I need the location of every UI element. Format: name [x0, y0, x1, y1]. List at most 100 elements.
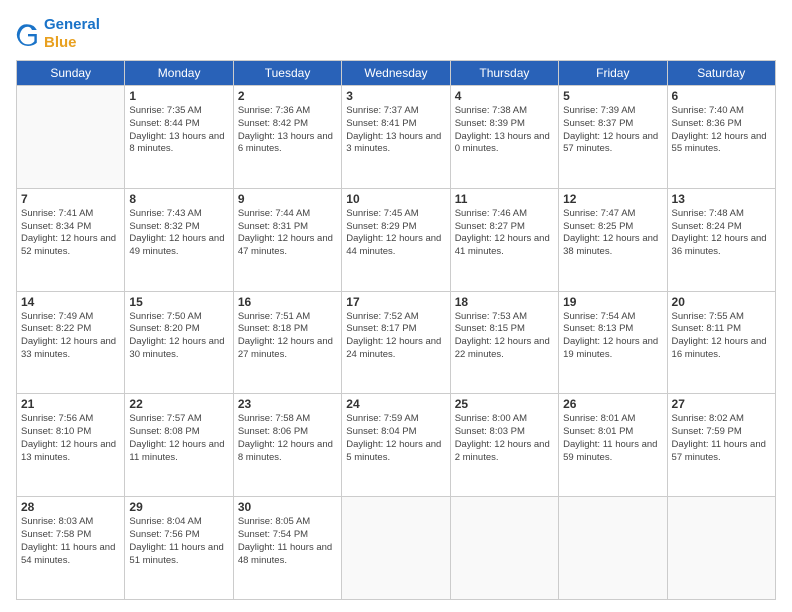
day-number: 15	[129, 295, 228, 309]
weekday-header: Monday	[125, 61, 233, 86]
calendar-cell: 18 Sunrise: 7:53 AM Sunset: 8:15 PM Dayli…	[450, 291, 558, 394]
weekday-header: Tuesday	[233, 61, 341, 86]
calendar-cell: 30Sunrise: 8:05 AM Sunset: 7:54 PM Dayli…	[233, 497, 341, 600]
day-number: 11	[455, 192, 554, 206]
calendar-cell: 17 Sunrise: 7:52 AM Sunset: 8:17 PM Dayli…	[342, 291, 450, 394]
calendar-cell: 15 Sunrise: 7:50 AM Sunset: 8:20 PM Dayli…	[125, 291, 233, 394]
calendar-cell: 13Sunrise: 7:48 AM Sunset: 8:24 PM Dayli…	[667, 188, 775, 291]
calendar-cell: 2Sunrise: 7:36 AM Sunset: 8:42 PM Daylig…	[233, 86, 341, 189]
calendar-cell	[559, 497, 667, 600]
day-info: Sunrise: 7:57 AM Sunset: 8:08 PM Dayligh…	[129, 413, 228, 464]
calendar-week-row: 14 Sunrise: 7:49 AM Sunset: 8:22 PM Dayli…	[17, 291, 776, 394]
calendar-cell: 4 Sunrise: 7:38 AM Sunset: 8:39 PM Daylig…	[450, 86, 558, 189]
day-number: 3	[346, 89, 445, 103]
calendar-cell: 27 Sunrise: 8:02 AM Sunset: 7:59 PM Dayli…	[667, 394, 775, 497]
calendar-cell: 9Sunrise: 7:44 AM Sunset: 8:31 PM Daylig…	[233, 188, 341, 291]
day-info: Sunrise: 7:54 AM Sunset: 8:13 PM Dayligh…	[563, 311, 662, 362]
day-info: Sunrise: 7:52 AM Sunset: 8:17 PM Dayligh…	[346, 311, 445, 362]
calendar-cell: 10 Sunrise: 7:45 AM Sunset: 8:29 PM Dayli…	[342, 188, 450, 291]
calendar-cell: 26 Sunrise: 8:01 AM Sunset: 8:01 PM Dayli…	[559, 394, 667, 497]
day-number: 24	[346, 397, 445, 411]
calendar-week-row: 21 Sunrise: 7:56 AM Sunset: 8:10 PM Dayli…	[17, 394, 776, 497]
day-number: 21	[21, 397, 120, 411]
calendar-cell: 28Sunrise: 8:03 AM Sunset: 7:58 PM Dayli…	[17, 497, 125, 600]
day-info: Sunrise: 7:38 AM Sunset: 8:39 PM Dayligh…	[455, 105, 554, 156]
logo-icon	[16, 22, 40, 46]
calendar-cell	[17, 86, 125, 189]
day-info: Sunrise: 8:02 AM Sunset: 7:59 PM Dayligh…	[672, 413, 771, 464]
day-number: 19	[563, 295, 662, 309]
calendar-cell: 20Sunrise: 7:55 AM Sunset: 8:11 PM Dayli…	[667, 291, 775, 394]
day-info: Sunrise: 7:45 AM Sunset: 8:29 PM Dayligh…	[346, 208, 445, 259]
day-number: 17	[346, 295, 445, 309]
calendar-cell: 1 Sunrise: 7:35 AM Sunset: 8:44 PM Daylig…	[125, 86, 233, 189]
logo: General Blue	[16, 16, 100, 52]
logo-line1: General	[44, 16, 100, 34]
day-number: 14	[21, 295, 120, 309]
day-number: 8	[129, 192, 228, 206]
calendar-cell: 3 Sunrise: 7:37 AM Sunset: 8:41 PM Daylig…	[342, 86, 450, 189]
day-number: 5	[563, 89, 662, 103]
calendar-cell: 12 Sunrise: 7:47 AM Sunset: 8:25 PM Dayli…	[559, 188, 667, 291]
day-info: Sunrise: 7:36 AM Sunset: 8:42 PM Dayligh…	[238, 105, 337, 156]
day-info: Sunrise: 7:59 AM Sunset: 8:04 PM Dayligh…	[346, 413, 445, 464]
calendar-cell: 14 Sunrise: 7:49 AM Sunset: 8:22 PM Dayli…	[17, 291, 125, 394]
day-info: Sunrise: 7:46 AM Sunset: 8:27 PM Dayligh…	[455, 208, 554, 259]
calendar-cell: 21 Sunrise: 7:56 AM Sunset: 8:10 PM Dayli…	[17, 394, 125, 497]
calendar-cell: 19 Sunrise: 7:54 AM Sunset: 8:13 PM Dayli…	[559, 291, 667, 394]
calendar-cell: 29Sunrise: 8:04 AM Sunset: 7:56 PM Dayli…	[125, 497, 233, 600]
day-number: 1	[129, 89, 228, 103]
calendar-cell: 11 Sunrise: 7:46 AM Sunset: 8:27 PM Dayli…	[450, 188, 558, 291]
day-number: 7	[21, 192, 120, 206]
calendar-cell: 23 Sunrise: 7:58 AM Sunset: 8:06 PM Dayli…	[233, 394, 341, 497]
day-info: Sunrise: 7:40 AM Sunset: 8:36 PM Dayligh…	[672, 105, 771, 156]
day-number: 30	[238, 500, 337, 514]
day-info: Sunrise: 7:56 AM Sunset: 8:10 PM Dayligh…	[21, 413, 120, 464]
calendar-cell: 7 Sunrise: 7:41 AM Sunset: 8:34 PM Daylig…	[17, 188, 125, 291]
day-number: 18	[455, 295, 554, 309]
calendar-cell: 22 Sunrise: 7:57 AM Sunset: 8:08 PM Dayli…	[125, 394, 233, 497]
day-number: 27	[672, 397, 771, 411]
calendar-cell: 16Sunrise: 7:51 AM Sunset: 8:18 PM Dayli…	[233, 291, 341, 394]
day-info: Sunrise: 7:47 AM Sunset: 8:25 PM Dayligh…	[563, 208, 662, 259]
day-info: Sunrise: 7:53 AM Sunset: 8:15 PM Dayligh…	[455, 311, 554, 362]
day-info: Sunrise: 7:58 AM Sunset: 8:06 PM Dayligh…	[238, 413, 337, 464]
weekday-header: Wednesday	[342, 61, 450, 86]
weekday-header-row: SundayMondayTuesdayWednesdayThursdayFrid…	[17, 61, 776, 86]
calendar-cell: 24 Sunrise: 7:59 AM Sunset: 8:04 PM Dayli…	[342, 394, 450, 497]
day-number: 16	[238, 295, 337, 309]
calendar-table: SundayMondayTuesdayWednesdayThursdayFrid…	[16, 60, 776, 600]
day-number: 4	[455, 89, 554, 103]
day-info: Sunrise: 7:44 AM Sunset: 8:31 PM Dayligh…	[238, 208, 337, 259]
calendar-week-row: 28Sunrise: 8:03 AM Sunset: 7:58 PM Dayli…	[17, 497, 776, 600]
day-number: 26	[563, 397, 662, 411]
calendar-cell: 6 Sunrise: 7:40 AM Sunset: 8:36 PM Daylig…	[667, 86, 775, 189]
day-info: Sunrise: 7:55 AM Sunset: 8:11 PM Dayligh…	[672, 311, 771, 362]
weekday-header: Friday	[559, 61, 667, 86]
day-info: Sunrise: 7:37 AM Sunset: 8:41 PM Dayligh…	[346, 105, 445, 156]
day-info: Sunrise: 7:48 AM Sunset: 8:24 PM Dayligh…	[672, 208, 771, 259]
day-info: Sunrise: 8:01 AM Sunset: 8:01 PM Dayligh…	[563, 413, 662, 464]
day-number: 29	[129, 500, 228, 514]
weekday-header: Thursday	[450, 61, 558, 86]
day-number: 23	[238, 397, 337, 411]
day-info: Sunrise: 7:35 AM Sunset: 8:44 PM Dayligh…	[129, 105, 228, 156]
header: General Blue	[16, 16, 776, 52]
calendar-cell: 25Sunrise: 8:00 AM Sunset: 8:03 PM Dayli…	[450, 394, 558, 497]
day-number: 6	[672, 89, 771, 103]
page: General Blue SundayMondayTuesdayWednesda…	[0, 0, 792, 612]
day-number: 12	[563, 192, 662, 206]
day-info: Sunrise: 7:39 AM Sunset: 8:37 PM Dayligh…	[563, 105, 662, 156]
calendar-cell	[667, 497, 775, 600]
day-number: 10	[346, 192, 445, 206]
day-info: Sunrise: 7:49 AM Sunset: 8:22 PM Dayligh…	[21, 311, 120, 362]
weekday-header: Saturday	[667, 61, 775, 86]
day-info: Sunrise: 7:41 AM Sunset: 8:34 PM Dayligh…	[21, 208, 120, 259]
day-number: 22	[129, 397, 228, 411]
calendar-cell: 8Sunrise: 7:43 AM Sunset: 8:32 PM Daylig…	[125, 188, 233, 291]
calendar-cell	[342, 497, 450, 600]
logo-text: General Blue	[44, 16, 100, 52]
day-info: Sunrise: 7:50 AM Sunset: 8:20 PM Dayligh…	[129, 311, 228, 362]
day-info: Sunrise: 8:00 AM Sunset: 8:03 PM Dayligh…	[455, 413, 554, 464]
calendar-cell	[450, 497, 558, 600]
